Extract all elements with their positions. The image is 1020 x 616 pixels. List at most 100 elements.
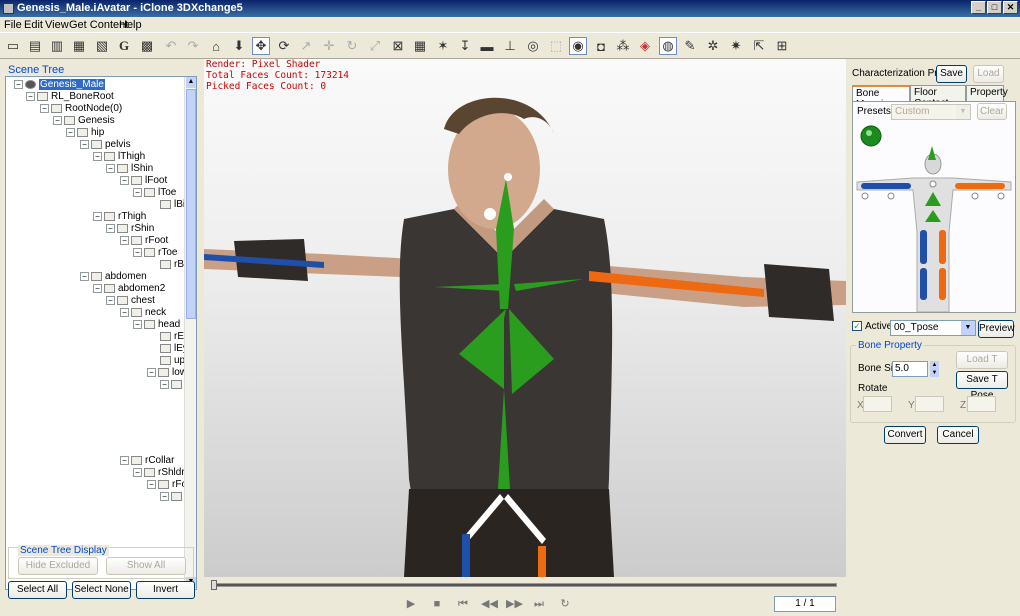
bone-size-input[interactable]: 5.0 [892,361,928,377]
bone-icon[interactable]: ⊥ [501,37,519,55]
tree-node[interactable]: rBi [160,259,186,271]
scroll-up-icon[interactable]: ▲ [186,77,196,88]
grid-icon[interactable]: ▦ [411,37,429,55]
undo-icon[interactable]: ↶ [162,37,180,55]
tree-node[interactable]: − RootNode(0) [40,103,122,115]
select-icon[interactable]: ⬚ [547,37,565,55]
tree-node[interactable]: − rFoot [120,235,168,247]
tree-node[interactable]: − low [147,367,187,379]
load-tpose-button[interactable]: Load T Pose [956,351,1008,381]
tree-node[interactable]: − Genesis_Male [14,79,105,91]
wire-icon[interactable]: ⊠ [389,37,407,55]
right-hand-toggle-icon[interactable] [997,192,1005,200]
light-icon[interactable]: ◉ [569,37,587,55]
tree-node[interactable]: − [160,491,185,503]
box-icon[interactable]: ▬ [478,37,496,55]
move-icon[interactable]: ✥ [252,37,270,55]
diagram-left-shin[interactable] [920,268,927,300]
menu-view[interactable]: View [45,19,69,31]
chevron-down-icon[interactable]: ▼ [956,105,970,119]
bone-mapping-diagram[interactable] [853,122,1015,312]
pose-icon[interactable]: ✶ [434,37,452,55]
tree-node[interactable]: − rToe [133,247,177,259]
tab-floor-contact[interactable]: Floor Contact [910,85,966,109]
rotate-z-input[interactable] [967,396,996,412]
tab-property[interactable]: Property [966,85,1008,101]
rewind-icon[interactable]: ◀◀ [481,597,498,611]
tree-node[interactable]: − lToe [133,187,176,199]
import-icon[interactable]: ▥ [48,37,66,55]
wrench-icon[interactable]: ✎ [681,37,699,55]
export-icon[interactable]: ▦ [70,37,88,55]
tree-node[interactable]: − pelvis [80,139,131,151]
nodes-icon[interactable]: ⁂ [614,37,632,55]
pick-icon[interactable]: ↗ [297,37,315,55]
play-icon[interactable]: ▶ [404,597,418,611]
diagram-head-bone[interactable] [928,146,936,160]
cancel-button[interactable]: Cancel [937,426,979,444]
rotate2-icon[interactable]: ↻ [343,37,361,55]
export2-icon[interactable]: ▧ [93,37,111,55]
open-icon[interactable]: ▭ [4,37,22,55]
3d-viewport[interactable]: Render: Pixel Shader Total Faces Count: … [204,59,846,577]
tree-node[interactable]: − head [133,319,180,331]
loop-icon[interactable]: ↻ [558,597,572,611]
tree-node[interactable]: − [160,379,185,391]
first-frame-icon[interactable]: ⏮ [456,597,470,611]
rotate-icon[interactable]: ⟳ [275,37,293,55]
save-icon[interactable]: ▤ [26,37,44,55]
menu-edit[interactable]: Edit [24,19,43,31]
scene-tree[interactable]: − Genesis_Male − RL_BoneRoot − RootNode(0) … [5,76,197,590]
tree-node[interactable]: − chest [106,295,155,307]
pin-icon[interactable]: ↧ [456,37,474,55]
diagram-right-shin[interactable] [939,268,946,300]
redo-icon[interactable]: ↷ [184,37,202,55]
preview-button[interactable]: Preview [978,320,1015,338]
convert-button[interactable]: Convert [884,426,926,444]
diagram-left-thigh[interactable] [920,230,927,264]
tree-node[interactable]: − rShldr [133,467,185,479]
paint-icon[interactable]: ◈ [636,37,654,55]
save-profile-button[interactable]: Save [936,65,967,83]
tree-node[interactable]: − RL_BoneRoot [26,91,114,103]
tab-bone-mapping[interactable]: Bone Mapping [852,85,910,110]
tree-node[interactable]: − rCollar [120,455,174,467]
menu-file[interactable]: File [4,19,22,31]
sphere-icon[interactable]: ◎ [524,37,542,55]
select-none-button[interactable]: Select None [72,581,131,599]
save-tpose-button[interactable]: Save T Pose [956,371,1008,401]
g-icon[interactable]: G [115,37,133,55]
left-elbow-toggle-icon[interactable] [887,192,895,200]
tree-node[interactable]: − abdomen [80,271,147,283]
tree-scrollbar[interactable]: ▲ ▼ [184,77,196,589]
invert-button[interactable]: Invert [136,581,195,599]
download-icon[interactable]: ⬇ [230,37,248,55]
tree-node[interactable]: − abdomen2 [93,283,165,295]
cart-icon[interactable]: ⊞ [773,37,791,55]
diagram-right-arm[interactable] [955,183,1005,189]
tree-node[interactable]: − rShin [106,223,154,235]
frame-counter[interactable]: 1 / 1 [774,596,836,612]
tree-node[interactable]: − lThigh [93,151,145,163]
close-button[interactable]: ✕ [1003,1,1018,14]
globe-icon[interactable]: ◍ [659,37,677,55]
left-hand-toggle-icon[interactable] [861,192,869,200]
home-icon[interactable]: ⌂ [207,37,225,55]
export3-icon[interactable]: ⇱ [750,37,768,55]
tree-node[interactable]: − rThigh [93,211,146,223]
pose-select[interactable]: 00_Tpose ▼ [890,320,976,336]
tree-node[interactable]: − rFo [147,479,187,491]
scroll-thumb[interactable] [186,89,196,319]
tree-node[interactable]: − lShin [106,163,153,175]
load-profile-button[interactable]: Load [973,65,1004,83]
gear2-icon[interactable]: ✷ [727,37,745,55]
clear-presets-button[interactable]: Clear [977,103,1007,120]
diagram-right-thigh[interactable] [939,230,946,264]
hide-excluded-button[interactable]: Hide Excluded [18,557,98,575]
rotate-x-input[interactable] [863,396,892,412]
maximize-button[interactable]: □ [987,1,1002,14]
chevron-down-icon[interactable]: ▼ [961,321,975,335]
timeline-track[interactable] [211,583,837,587]
convert-icon[interactable]: ▩ [138,37,156,55]
show-all-button[interactable]: Show All [106,557,186,575]
